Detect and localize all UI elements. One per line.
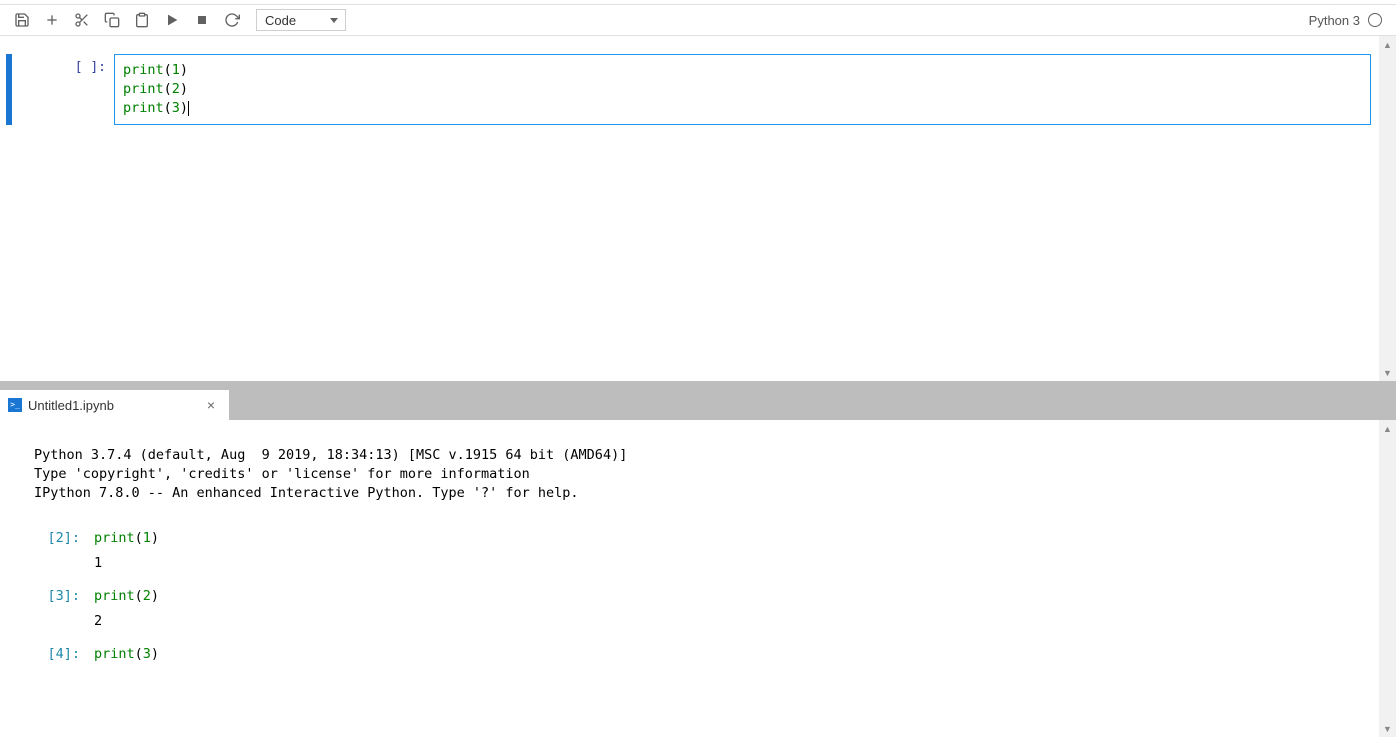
stop-button[interactable] — [188, 8, 216, 32]
cell-prompt: [ ]: — [26, 54, 114, 125]
text-cursor — [188, 101, 189, 116]
notebook-toolbar: Code Python 3 — [0, 5, 1396, 36]
cut-button[interactable] — [68, 8, 96, 32]
console-output: 1 — [34, 554, 1365, 573]
console-code: print(3) — [94, 645, 159, 664]
panel-divider[interactable] — [0, 381, 1396, 390]
console-scrollbar[interactable]: ▲ ▼ — [1379, 420, 1396, 737]
console-prompt: [3]: — [34, 587, 94, 606]
console-entry: [3]: print(2) — [34, 587, 1365, 606]
copy-button[interactable] — [98, 8, 126, 32]
cell-editor[interactable]: print(1) print(2) print(3) — [114, 54, 1371, 125]
console-banner: Python 3.7.4 (default, Aug 9 2019, 18:34… — [34, 446, 1365, 503]
scroll-up-icon[interactable]: ▲ — [1379, 420, 1396, 437]
console-body[interactable]: Python 3.7.4 (default, Aug 9 2019, 18:34… — [0, 420, 1379, 737]
console-tab-label: Untitled1.ipynb — [28, 398, 203, 413]
save-button[interactable] — [8, 8, 36, 32]
console-entry: [4]: print(3) — [34, 645, 1365, 664]
restart-button[interactable] — [218, 8, 246, 32]
code-cell[interactable]: [ ]: print(1) print(2) print(3) — [6, 54, 1371, 125]
cell-active-marker — [6, 54, 12, 125]
console-output: 2 — [34, 612, 1365, 631]
close-icon[interactable]: × — [203, 397, 219, 413]
scroll-down-icon[interactable]: ▼ — [1379, 720, 1396, 737]
add-cell-button[interactable] — [38, 8, 66, 32]
console-icon — [8, 398, 22, 412]
kernel-status-icon[interactable] — [1368, 13, 1382, 27]
scroll-up-icon[interactable]: ▲ — [1379, 36, 1396, 53]
notebook-panel: [ ]: print(1) print(2) print(3) ▲ ▼ — [0, 36, 1396, 381]
notebook-scrollbar[interactable]: ▲ ▼ — [1379, 36, 1396, 381]
kernel-name[interactable]: Python 3 — [1309, 13, 1360, 28]
console-tab-bar: Untitled1.ipynb × — [0, 390, 1396, 420]
run-button[interactable] — [158, 8, 186, 32]
paste-button[interactable] — [128, 8, 156, 32]
console-code: print(1) — [94, 529, 159, 548]
console-prompt: [4]: — [34, 645, 94, 664]
console-entry: [2]: print(1) — [34, 529, 1365, 548]
cell-type-select[interactable]: Code — [256, 9, 346, 31]
console-panel: Python 3.7.4 (default, Aug 9 2019, 18:34… — [0, 420, 1396, 737]
scroll-down-icon[interactable]: ▼ — [1379, 364, 1396, 381]
console-prompt: [2]: — [34, 529, 94, 548]
notebook-body[interactable]: [ ]: print(1) print(2) print(3) — [0, 36, 1379, 381]
console-tab[interactable]: Untitled1.ipynb × — [0, 390, 230, 420]
console-code: print(2) — [94, 587, 159, 606]
